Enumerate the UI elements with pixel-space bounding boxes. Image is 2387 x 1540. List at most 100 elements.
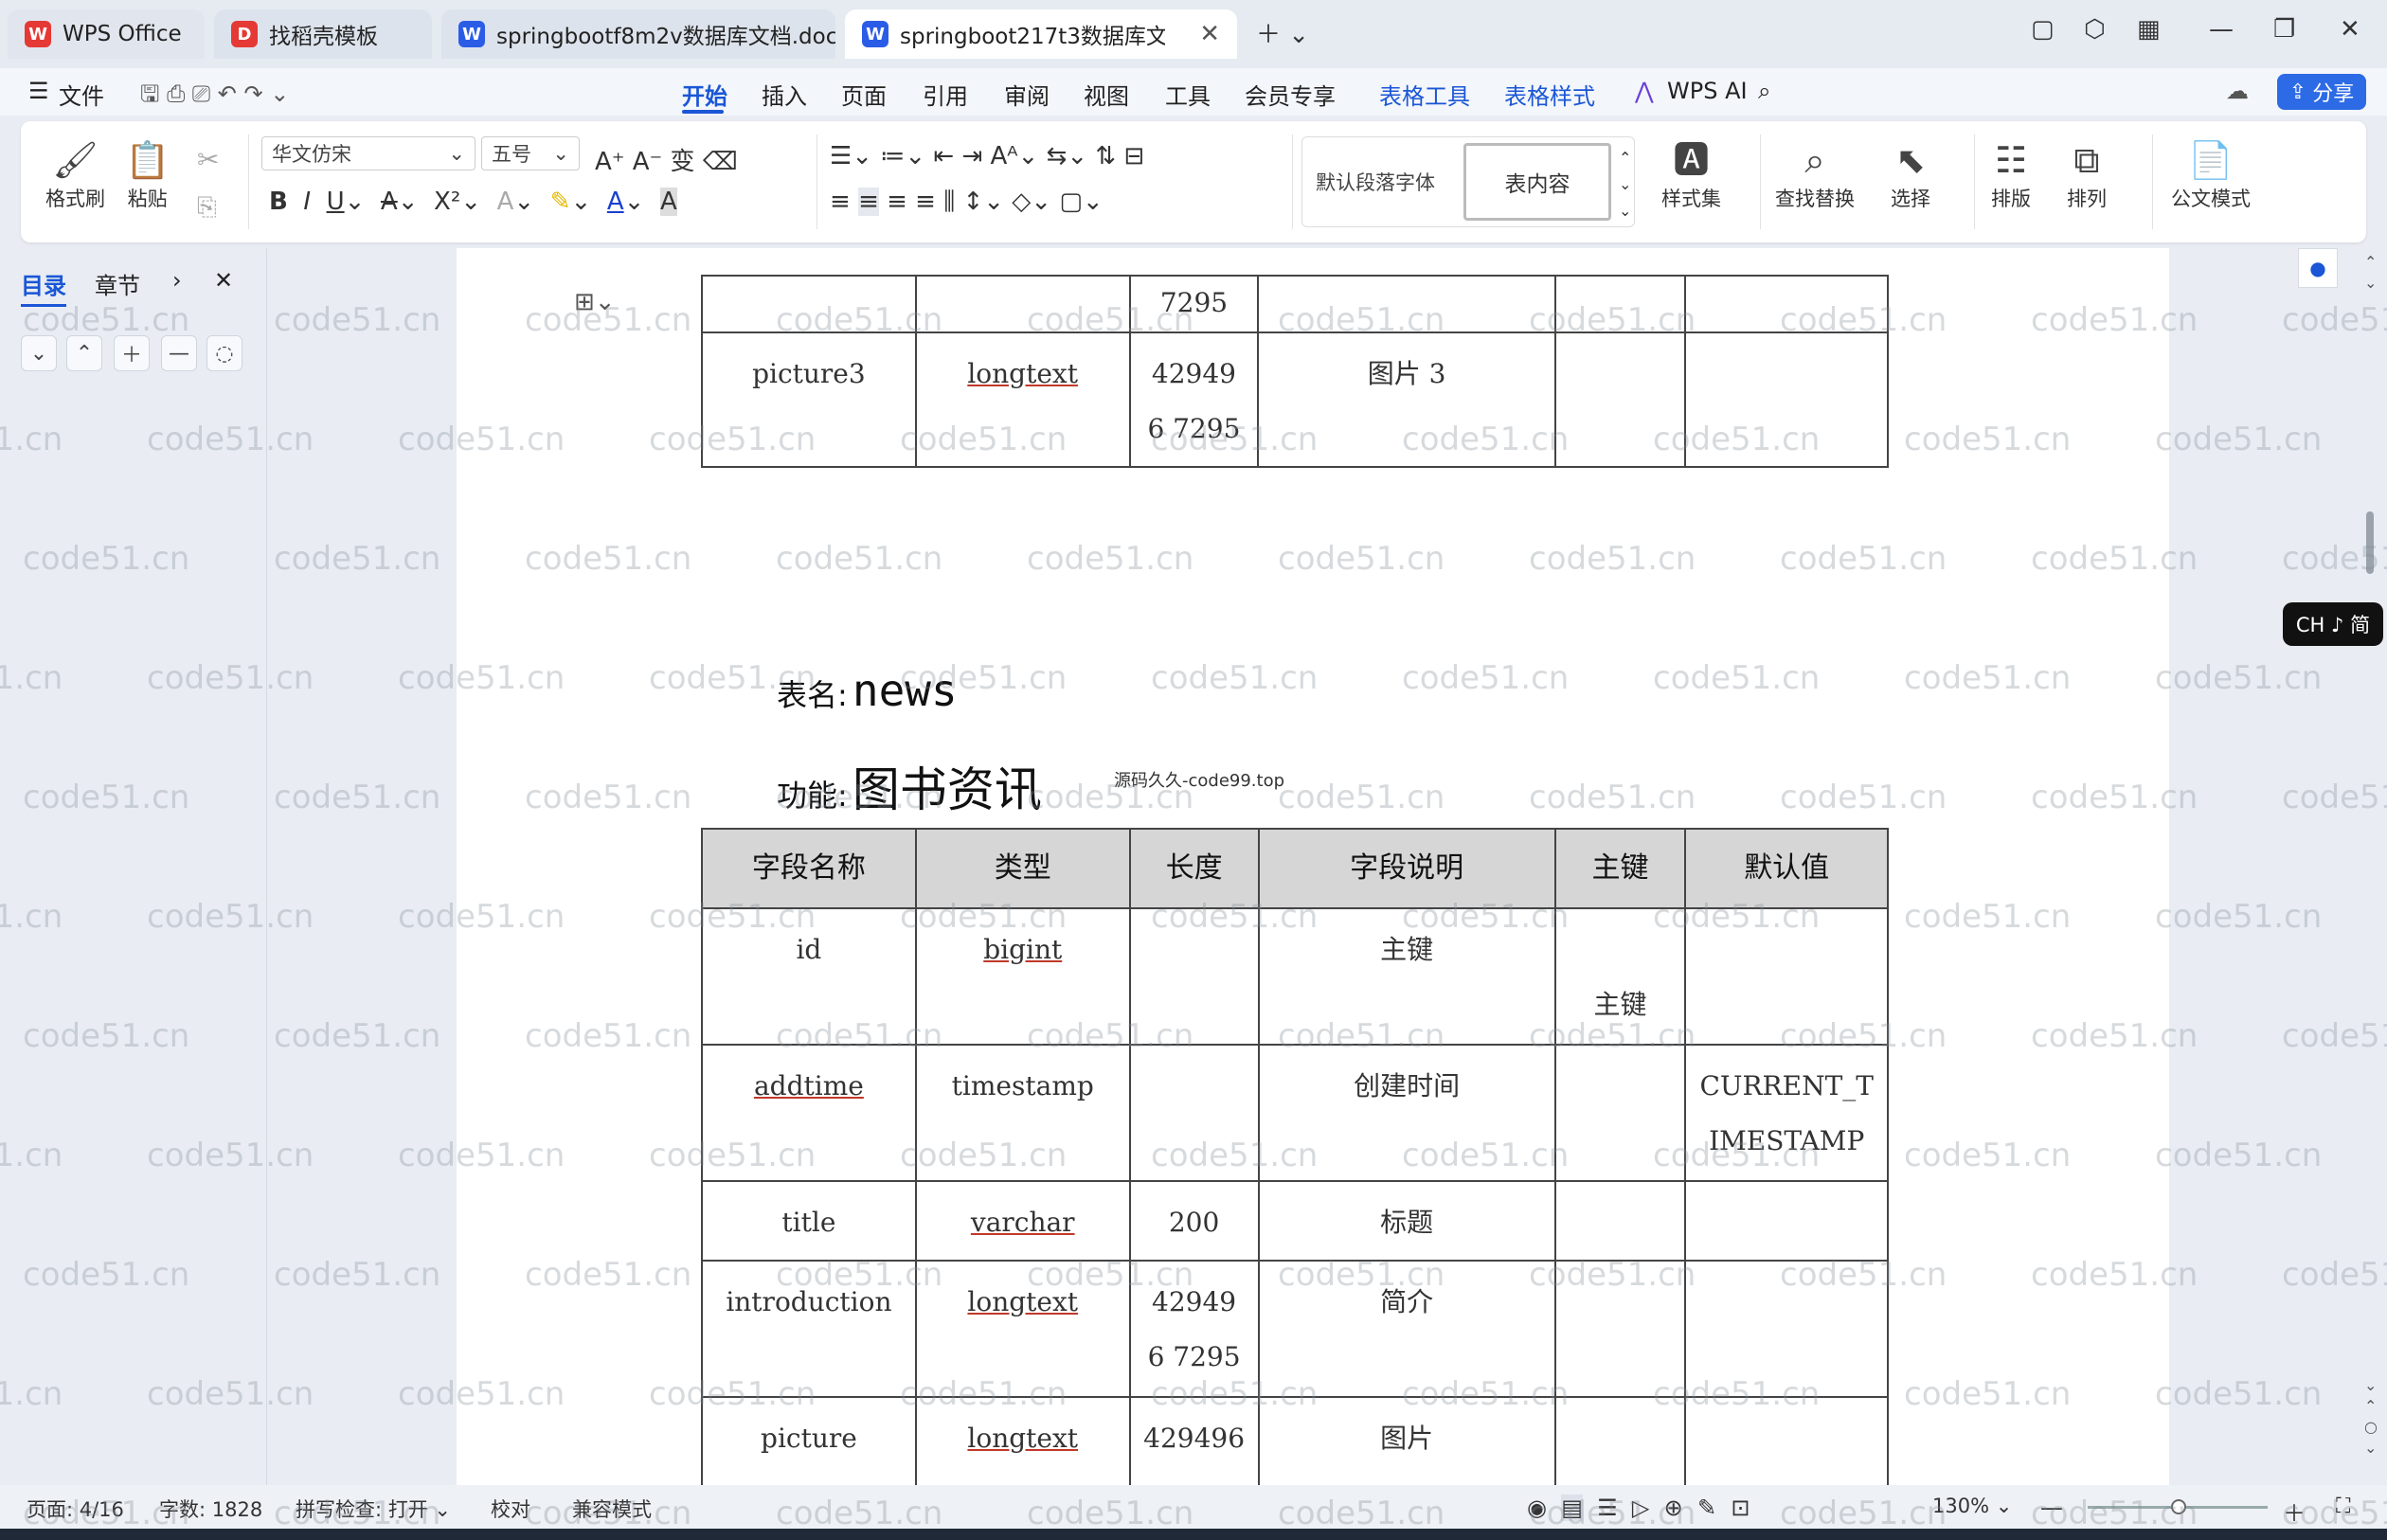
cell[interactable]: CURRENT_TIMESTAMP [1684, 1044, 1889, 1182]
cell[interactable]: 429496 7295 [1128, 1260, 1260, 1398]
cube-icon[interactable]: ⬡ [2084, 15, 2106, 44]
view-mode-icons[interactable]: ◉ ▤ ☰ ▷ ⊕ ✎ ⊡ [1527, 1495, 1750, 1521]
share-button[interactable]: ⇪ 分享 [2277, 74, 2366, 110]
minimize-icon[interactable]: — [2209, 15, 2234, 44]
page-indicator[interactable]: 页面: 4/16 [27, 1495, 124, 1523]
maximize-icon[interactable]: ❐ [2273, 15, 2295, 44]
cell[interactable] [1553, 331, 1687, 468]
proofread[interactable]: 校对 [491, 1495, 530, 1523]
fullscreen-icon[interactable]: ⛶ [2336, 1495, 2350, 1518]
zoom-level[interactable]: 130% ⌄ [1932, 1495, 2012, 1517]
official-mode-button[interactable]: 📄 公文模式 [2171, 136, 2251, 212]
search-icon[interactable]: ⌕ [1758, 78, 1770, 104]
menu-home[interactable]: 开始 [682, 78, 727, 111]
zoom-in-icon[interactable]: ＋ [2283, 1495, 2306, 1528]
menu-review[interactable]: 审阅 [1004, 78, 1050, 111]
menu-member[interactable]: 会员专享 [1245, 78, 1336, 111]
cell[interactable]: 简介 [1257, 1260, 1556, 1398]
menu-tools[interactable]: 工具 [1165, 78, 1211, 111]
tab-section[interactable]: 章节 [95, 267, 140, 300]
tab-doc-f8m2v[interactable]: W springbootf8m2v数据库文档.doc [441, 9, 835, 59]
settings-icon[interactable]: ◌ [206, 335, 242, 371]
paragraph-list-icons[interactable]: ☰⌄ ≔⌄ ⇤ ⇥ Aᴬ⌄ ⇆⌄ ⇅ ⊟ [830, 142, 1144, 170]
font-style-icons[interactable]: B I U⌄ A⌄ X²⌄ A⌄ ✎⌄ A⌄ A [269, 188, 677, 216]
cell[interactable] [701, 275, 917, 333]
cell[interactable] [1257, 275, 1556, 333]
cell[interactable] [1684, 1260, 1889, 1398]
menu-references[interactable]: 引用 [923, 78, 968, 111]
select-button[interactable]: ⬉ 选择 [1891, 136, 1930, 212]
zoom-slider-handle[interactable] [2171, 1499, 2186, 1514]
cell[interactable] [1553, 1180, 1687, 1262]
column-header[interactable]: 默认值 [1684, 828, 1889, 909]
cell[interactable] [1553, 1260, 1687, 1398]
cell[interactable]: title [701, 1180, 917, 1262]
tab-toc[interactable]: 目录 [21, 267, 66, 307]
style-table-content[interactable]: 表内容 [1463, 143, 1611, 221]
cell[interactable]: longtext [914, 1260, 1131, 1398]
style-set-button[interactable]: 🅰 样式集 [1661, 136, 1721, 212]
new-tab-icon[interactable]: ＋ ⌄ [1256, 15, 1309, 50]
cell[interactable]: addtime [701, 1044, 917, 1182]
menu-wps-ai[interactable]: WPS AI [1667, 78, 1748, 104]
cell[interactable] [1684, 275, 1889, 333]
column-header[interactable]: 类型 [914, 828, 1131, 909]
cell[interactable]: 7295 [1128, 275, 1260, 333]
cell[interactable]: 创建时间 [1257, 1044, 1556, 1182]
add-icon[interactable]: ＋ [114, 335, 150, 371]
table-handle-icon[interactable]: ⊞⌄ [574, 288, 616, 316]
word-count[interactable]: 字数: 1828 [159, 1495, 262, 1523]
hamburger-icon[interactable]: ☰ [28, 78, 49, 104]
ime-indicator[interactable]: CH ♪ 简 [2283, 602, 2383, 646]
collapse-icon[interactable]: ⌃ [66, 335, 102, 371]
font-size-select[interactable]: 五号 ⌄ [481, 136, 580, 170]
cell[interactable]: picture3 [701, 331, 917, 468]
cell[interactable]: 标题 [1257, 1180, 1556, 1262]
cell[interactable] [1684, 907, 1889, 1046]
column-header[interactable]: 长度 [1128, 828, 1260, 909]
spell-check[interactable]: 拼写检查: 打开 ⌄ [296, 1495, 451, 1523]
cell[interactable] [1684, 1180, 1889, 1262]
tab-doc-217t3[interactable]: W springboot217t3数据库文档 ✕ [845, 9, 1237, 59]
cloud-upload-icon[interactable]: ☁ [2226, 78, 2249, 104]
column-header[interactable]: 主键 [1553, 828, 1687, 909]
close-window-icon[interactable]: ✕ [2340, 15, 2360, 44]
cell[interactable] [1128, 907, 1260, 1046]
tab-docer-templates[interactable]: D 找稻壳模板 [214, 9, 432, 59]
style-default-paragraph[interactable]: 默认段落字体 [1316, 168, 1435, 196]
cell[interactable]: 200 [1128, 1180, 1260, 1262]
cell[interactable] [1553, 1044, 1687, 1182]
cell[interactable]: timestamp [914, 1044, 1131, 1182]
cell[interactable]: 主键 [1553, 907, 1687, 1046]
document-page[interactable]: ⊞⌄ 7295 picture3 longtext 429496 7295 图片… [457, 248, 2169, 1521]
menu-table-style[interactable]: 表格样式 [1504, 78, 1595, 111]
avatar[interactable]: ▦ [2137, 15, 2161, 44]
menu-insert[interactable]: 插入 [762, 78, 807, 111]
layout-button[interactable]: ☷ 排版 [1991, 136, 2031, 212]
font-name-select[interactable]: 华文仿宋 ⌄ [261, 136, 476, 170]
menu-file[interactable]: 文件 [59, 78, 104, 111]
cell[interactable]: longtext [914, 331, 1131, 468]
menu-table-tools[interactable]: 表格工具 [1379, 78, 1470, 111]
column-header[interactable]: 字段名称 [701, 828, 917, 909]
cell[interactable] [1553, 275, 1687, 333]
page-nav-icons[interactable]: ⌄ ⌃ ○ ⌄ [2364, 1375, 2378, 1459]
tab-wps-office[interactable]: W WPS Office [8, 9, 205, 59]
style-scroll-icons[interactable]: ⌃ ⌄ ⌄ [1619, 145, 1631, 224]
menu-page[interactable]: 页面 [841, 78, 887, 111]
menu-view[interactable]: 视图 [1084, 78, 1129, 111]
cell[interactable]: id [701, 907, 917, 1046]
cell[interactable]: 图片 3 [1257, 331, 1556, 468]
location-pin-icon[interactable]: ● [2298, 248, 2338, 288]
expand-icon[interactable]: ⌄ [21, 335, 57, 371]
vertical-scrollbar[interactable] [2366, 511, 2374, 574]
cell[interactable]: introduction [701, 1260, 917, 1398]
chevron-right-icon[interactable]: › [172, 267, 182, 294]
cell[interactable] [1128, 1044, 1260, 1182]
cell[interactable] [914, 275, 1131, 333]
scroll-up-icon[interactable]: ⌃ ⌄ [2364, 252, 2377, 294]
cell[interactable]: bigint [914, 907, 1131, 1046]
zoom-out-icon[interactable]: — [2040, 1495, 2063, 1521]
arrange-button[interactable]: ⧉ 排列 [2067, 136, 2107, 212]
close-tab-icon[interactable]: ✕ [1199, 20, 1220, 48]
